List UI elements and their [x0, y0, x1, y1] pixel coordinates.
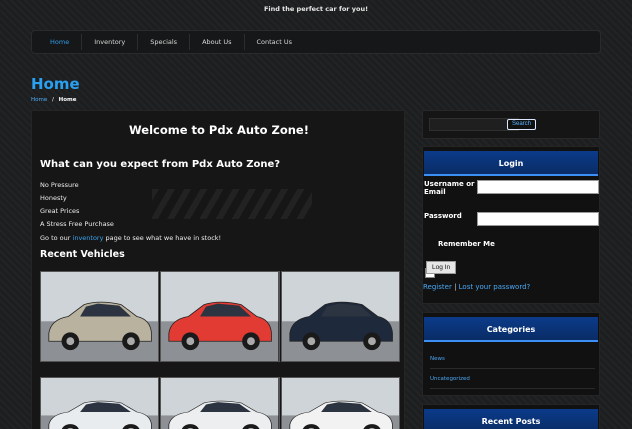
- car-photo: [161, 378, 279, 429]
- breadcrumb: Home / Home: [31, 97, 76, 103]
- inventory-callout: Go to our inventory page to see what we …: [40, 234, 221, 242]
- vehicle-grid-row-1: [40, 271, 400, 362]
- car-hubcap: [66, 337, 75, 346]
- nav-inventory[interactable]: Inventory: [82, 34, 139, 50]
- register-link[interactable]: Register: [423, 283, 452, 291]
- remember-me-label: Remember Me: [438, 240, 495, 248]
- vehicle-thumbnail[interactable]: [280, 377, 400, 429]
- recent-vehicles-heading: Recent Vehicles: [40, 249, 125, 260]
- feature-item: Great Prices: [40, 207, 80, 215]
- callout-suffix: page to see what we have in stock!: [103, 234, 222, 242]
- password-field[interactable]: [477, 212, 599, 226]
- username-label-line-2: Email: [424, 188, 446, 196]
- vehicle-thumbnail[interactable]: [40, 271, 160, 362]
- feature-item: No Pressure: [40, 181, 79, 189]
- callout-prefix: Go to our: [40, 234, 73, 242]
- car-photo: [281, 272, 399, 361]
- vehicle-thumbnail[interactable]: [40, 377, 160, 429]
- password-label: Password: [424, 212, 462, 220]
- username-label-line-1: Username or: [424, 180, 475, 188]
- categories-widget-title: Categories: [424, 317, 598, 342]
- log-in-button[interactable]: Log In: [426, 261, 457, 274]
- vehicle-thumbnail[interactable]: [160, 271, 280, 362]
- category-link-uncategorized[interactable]: Uncategorized: [430, 376, 595, 389]
- feature-list: No Pressure Honesty Great Prices A Stres…: [40, 179, 114, 231]
- car-hubcap: [247, 337, 256, 346]
- search-input[interactable]: [429, 118, 519, 131]
- feature-item: A Stress Free Purchase: [40, 220, 114, 228]
- category-link-news[interactable]: News: [430, 356, 595, 369]
- welcome-heading: Welcome to Pdx Auto Zone!: [129, 123, 309, 137]
- lost-password-link[interactable]: Lost your password?: [459, 283, 531, 291]
- main-nav: Home Inventory Specials About Us Contact…: [31, 30, 601, 54]
- feature-item: Honesty: [40, 194, 67, 202]
- recent-posts-widget-title: Recent Posts: [424, 409, 598, 429]
- decorative-stripe: [152, 189, 312, 219]
- car-photo: [281, 378, 399, 429]
- login-widget: Login Username or Email Password Remembe…: [422, 146, 600, 304]
- search-button[interactable]: Search: [507, 119, 537, 130]
- categories-widget: Categories News Uncategorized: [422, 312, 600, 396]
- nav-contact-us[interactable]: Contact Us: [245, 34, 305, 50]
- site-tagline: Find the perfect car for you!: [263, 5, 369, 13]
- main-content: Welcome to Pdx Auto Zone! What can you e…: [31, 110, 405, 429]
- car-photo: [41, 272, 159, 361]
- search-widget: Search: [422, 110, 600, 139]
- nav-specials[interactable]: Specials: [138, 34, 191, 50]
- car-photo: [161, 272, 279, 361]
- breadcrumb-current: Home: [58, 97, 77, 103]
- nav-home[interactable]: Home: [38, 34, 83, 50]
- page-title: Home: [31, 75, 80, 93]
- login-widget-title: Login: [424, 151, 598, 176]
- car-hubcap: [186, 337, 195, 346]
- recent-posts-widget: Recent Posts: [422, 404, 600, 429]
- username-field[interactable]: [477, 180, 599, 194]
- login-links: Register | Lost your password?: [423, 283, 530, 291]
- car-hubcap: [367, 337, 376, 346]
- breadcrumb-separator: /: [52, 97, 54, 103]
- inventory-link[interactable]: inventory: [73, 234, 104, 242]
- car-photo: [41, 378, 159, 429]
- breadcrumb-home-link[interactable]: Home: [31, 97, 47, 103]
- nav-about-us[interactable]: About Us: [190, 34, 245, 50]
- car-hubcap: [307, 337, 315, 346]
- expect-heading: What can you expect from Pdx Auto Zone?: [40, 159, 281, 170]
- username-label: Username or Email: [424, 180, 475, 196]
- login-links-separator: |: [454, 283, 457, 291]
- vehicle-grid-row-2: [40, 377, 400, 429]
- car-hubcap: [127, 337, 135, 346]
- vehicle-thumbnail[interactable]: [160, 377, 280, 429]
- vehicle-thumbnail[interactable]: [280, 271, 400, 362]
